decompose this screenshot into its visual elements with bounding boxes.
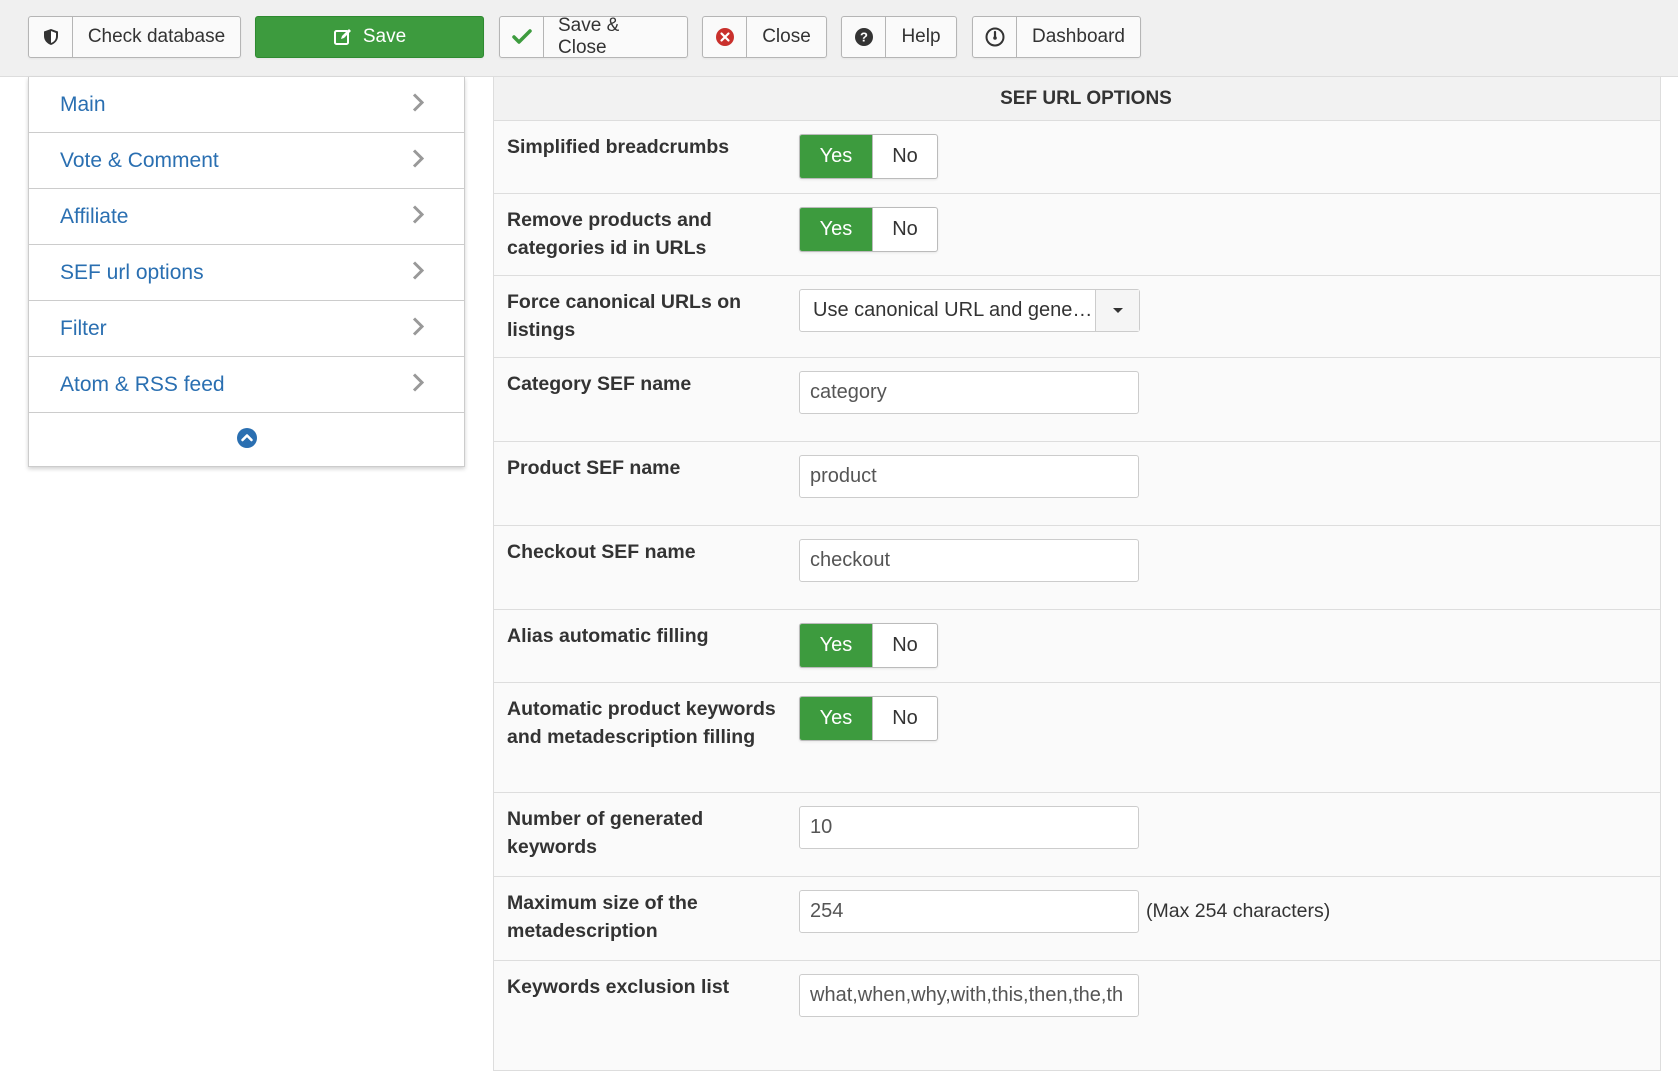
save-close-button[interactable]: Save & Close — [499, 15, 688, 58]
field-label: Force canonical URLs on listings — [507, 291, 742, 341]
chevron-up-circle-icon — [236, 427, 258, 454]
check-icon — [500, 17, 544, 57]
question-circle-icon: ? — [842, 17, 886, 57]
config-sidebar: Main Vote & Comment Affiliate SEF url op… — [28, 77, 465, 467]
chevron-right-icon — [412, 316, 425, 341]
sidebar-item-label: SEF url options — [60, 260, 204, 284]
help-button[interactable]: ? Help — [841, 16, 957, 58]
chevron-right-icon — [412, 92, 425, 117]
force-canonical-select[interactable]: Use canonical URL and gene… — [799, 289, 1140, 332]
auto-keywords-toggle: Yes No — [799, 696, 938, 741]
field-label: Category SEF name — [507, 373, 692, 395]
sidebar-item-label: Filter — [60, 316, 107, 340]
row-num-keywords: Number of generated keywords — [494, 793, 1660, 877]
chevron-right-icon — [412, 204, 425, 229]
svg-text:?: ? — [860, 30, 868, 45]
check-database-label: Check database — [87, 26, 226, 47]
chevron-right-icon — [412, 372, 425, 397]
save-label: Save — [362, 26, 407, 47]
sidebar-item-atom-rss-feed[interactable]: Atom & RSS feed — [29, 357, 464, 413]
sidebar-item-filter[interactable]: Filter — [29, 301, 464, 357]
row-exclusion: Keywords exclusion list — [494, 961, 1660, 1072]
field-label: Keywords exclusion list — [507, 976, 730, 998]
max-meta-input[interactable] — [799, 890, 1139, 933]
remove-ids-toggle: Yes No — [799, 207, 938, 252]
dashboard-button[interactable]: Dashboard — [972, 16, 1141, 58]
shield-icon — [29, 17, 73, 57]
close-label: Close — [762, 26, 811, 47]
keywords-exclusion-input[interactable] — [799, 974, 1139, 1017]
dashboard-label: Dashboard — [1032, 26, 1125, 47]
field-label: Checkout SEF name — [507, 541, 696, 563]
caret-down-icon[interactable] — [1095, 290, 1139, 331]
field-label: Alias automatic filling — [507, 625, 709, 647]
field-label: Maximum size of the metadescription — [507, 892, 698, 942]
toggle-yes[interactable]: Yes — [800, 135, 872, 178]
toggle-no[interactable]: No — [872, 697, 937, 740]
num-keywords-input[interactable] — [799, 806, 1139, 849]
row-checkout-sef: Checkout SEF name — [494, 526, 1660, 610]
sidebar-item-vote-comment[interactable]: Vote & Comment — [29, 133, 464, 189]
sidebar-item-sef-url-options[interactable]: SEF url options — [29, 245, 464, 301]
toolbar: Check database Save Save & Close Close ?… — [0, 0, 1678, 77]
close-circle-icon — [703, 17, 747, 57]
checkout-sef-input[interactable] — [799, 539, 1139, 582]
row-product-sef: Product SEF name — [494, 442, 1660, 526]
dashboard-gauge-icon — [973, 17, 1017, 57]
sidebar-item-label: Atom & RSS feed — [60, 372, 225, 396]
row-simplified-breadcrumbs: Simplified breadcrumbs Yes No — [494, 121, 1660, 194]
toggle-no[interactable]: No — [872, 208, 937, 251]
row-remove-ids: Remove products and categories id in URL… — [494, 194, 1660, 276]
sidebar-item-label: Main — [60, 92, 106, 116]
sidebar-collapse-button[interactable] — [29, 413, 464, 467]
save-button[interactable]: Save — [255, 16, 484, 58]
help-label: Help — [901, 26, 941, 47]
category-sef-input[interactable] — [799, 371, 1139, 414]
sidebar-item-label: Vote & Comment — [60, 148, 219, 172]
close-button[interactable]: Close — [702, 16, 827, 58]
row-force-canonical: Force canonical URLs on listings Use can… — [494, 276, 1660, 358]
toggle-no[interactable]: No — [872, 135, 937, 178]
max-meta-hint: (Max 254 characters) — [1146, 900, 1331, 922]
sidebar-item-affiliate[interactable]: Affiliate — [29, 189, 464, 245]
field-label: Number of generated keywords — [507, 808, 704, 858]
alias-filling-toggle: Yes No — [799, 623, 938, 668]
row-alias-filling: Alias automatic filling Yes No — [494, 610, 1660, 683]
row-category-sef: Category SEF name — [494, 358, 1660, 442]
toggle-yes[interactable]: Yes — [800, 624, 872, 667]
select-value: Use canonical URL and gene… — [813, 299, 1093, 321]
product-sef-input[interactable] — [799, 455, 1139, 498]
field-label: Simplified breadcrumbs — [507, 136, 730, 158]
chevron-right-icon — [412, 260, 425, 285]
field-label: Remove products and categories id in URL… — [507, 209, 712, 259]
save-close-label: Save & Close — [558, 15, 620, 58]
toggle-no[interactable]: No — [872, 624, 937, 667]
row-max-meta: Maximum size of the metadescription (Max… — [494, 877, 1660, 961]
simplified-breadcrumbs-toggle: Yes No — [799, 134, 938, 179]
check-database-button[interactable]: Check database — [28, 16, 241, 58]
chevron-right-icon — [412, 148, 425, 173]
edit-icon — [333, 29, 351, 45]
sef-url-options-panel: SEF URL OPTIONS Simplified breadcrumbs Y… — [493, 77, 1661, 1071]
toggle-yes[interactable]: Yes — [800, 208, 872, 251]
sidebar-item-label: Affiliate — [60, 204, 129, 228]
panel-title: SEF URL OPTIONS — [494, 77, 1660, 121]
sidebar-item-main[interactable]: Main — [29, 77, 464, 133]
field-label: Automatic product keywords and metadescr… — [507, 698, 776, 748]
row-auto-keywords: Automatic product keywords and metadescr… — [494, 683, 1660, 793]
field-label: Product SEF name — [507, 457, 681, 479]
toggle-yes[interactable]: Yes — [800, 697, 872, 740]
